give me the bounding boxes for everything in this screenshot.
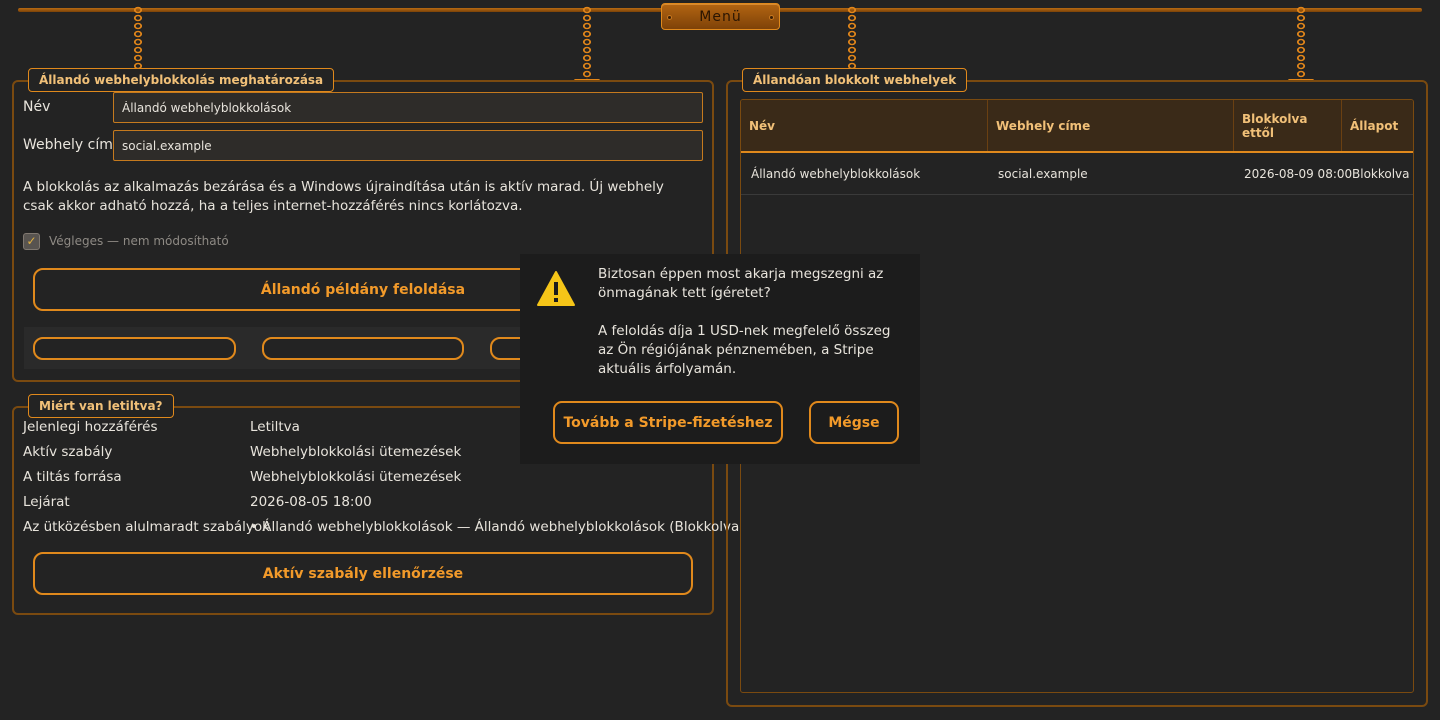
permanent-checkbox[interactable]: ✓ — [23, 233, 40, 250]
permanent-checkbox-label: Végleges — nem módosítható — [49, 234, 229, 248]
overridden-rules-value: • Állandó webhelyblokkolások — Állandó w… — [250, 519, 745, 535]
expiry-label: Lejárat — [23, 494, 70, 510]
action-button-2[interactable] — [262, 337, 464, 360]
rivet-icon — [769, 15, 774, 20]
active-rule-label: Aktív szabály — [23, 444, 113, 460]
continue-to-stripe-button[interactable]: Tovább a Stripe-fizetéshez — [553, 401, 783, 444]
blocked-sites-panel-title: Állandóan blokkolt webhelyek — [742, 68, 968, 92]
block-source-value: Webhelyblokkolási ütemezések — [250, 469, 462, 485]
row-address: social.example — [998, 167, 1088, 181]
chain-decoration — [1288, 6, 1314, 82]
warning-icon — [537, 271, 575, 306]
active-rule-value: Webhelyblokkolási ütemezések — [250, 444, 462, 460]
dialog-detail-text: A feloldás díja 1 USD-nek megfelelő össz… — [598, 323, 891, 377]
rivet-icon — [667, 15, 672, 20]
expiry-value: 2026-08-05 18:00 — [250, 494, 372, 510]
menu-label: Menü — [699, 8, 742, 25]
block-source-label: A tiltás forrása — [23, 469, 122, 485]
row-status: Blokkolva — [1352, 167, 1410, 181]
menu-button[interactable]: Menü — [661, 3, 780, 30]
table-header: Név Webhely címe Blokkolva ettől Állapot — [741, 100, 1413, 153]
name-label: Név — [23, 99, 51, 115]
column-header-name[interactable]: Név — [741, 100, 988, 151]
column-header-status[interactable]: Állapot — [1342, 100, 1413, 151]
name-field[interactable] — [113, 92, 703, 123]
column-header-blocked-since[interactable]: Blokkolva ettől — [1234, 100, 1342, 151]
column-header-address[interactable]: Webhely címe — [988, 100, 1234, 151]
current-access-value: Letiltva — [250, 419, 300, 435]
address-label: Webhely címe — [23, 137, 122, 153]
row-name: Állandó webhelyblokkolások — [751, 167, 921, 181]
dialog-question-text: Biztosan éppen most akarja megszegni az … — [598, 266, 884, 301]
cancel-button[interactable]: Mégse — [809, 401, 899, 444]
address-field[interactable] — [113, 130, 703, 161]
current-access-label: Jelenlegi hozzáférés — [23, 419, 158, 435]
row-blocked-since: 2026-08-09 08:00 — [1244, 167, 1353, 181]
persistence-info-text: A blokkolás az alkalmazás bezárása és a … — [23, 179, 664, 214]
chain-decoration — [574, 6, 600, 82]
check-active-rule-button[interactable]: Aktív szabály ellenőrzése — [33, 552, 693, 595]
definition-panel-title: Állandó webhelyblokkolás meghatározása — [28, 68, 335, 92]
overridden-rules-label: Az ütközésben alulmaradt szabályok — [23, 519, 270, 535]
action-button-1[interactable] — [33, 337, 236, 360]
why-blocked-panel-title: Miért van letiltva? — [28, 394, 174, 418]
table-row[interactable]: Állandó webhelyblokkolások social.exampl… — [741, 153, 1413, 195]
unlock-confirm-dialog: Biztosan éppen most akarja megszegni az … — [520, 254, 920, 464]
